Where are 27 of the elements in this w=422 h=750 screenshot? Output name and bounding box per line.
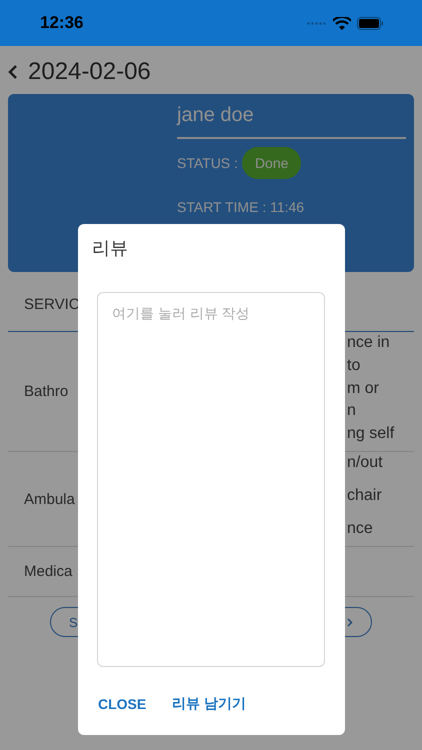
service-detail: chair — [347, 487, 383, 505]
status-badge: Done — [242, 147, 302, 179]
service-detail: to — [347, 356, 362, 375]
tab-label: SERVIC — [24, 296, 80, 313]
service-detail: nce — [347, 520, 374, 538]
close-button[interactable]: CLOSE — [98, 695, 146, 713]
battery-icon — [357, 16, 384, 30]
service-detail: ng self — [347, 425, 396, 443]
service-name: Bathro — [24, 383, 70, 400]
status-label: STATUS : — [177, 155, 238, 171]
service-detail: n/out — [347, 454, 384, 472]
service-name: Medica — [24, 563, 74, 580]
service-name: Ambula — [24, 490, 76, 508]
submit-review-button[interactable]: 리뷰 남기기 — [172, 695, 246, 713]
review-field[interactable]: 여기를 눌러 리뷰 작성 — [97, 292, 325, 667]
signal-icon — [307, 22, 327, 24]
service-detail: n — [347, 402, 357, 420]
status-time: 12:36 — [40, 13, 84, 33]
back-icon[interactable] — [8, 64, 18, 80]
chevron-right-icon — [347, 618, 353, 626]
service-detail: m or — [347, 380, 380, 398]
client-name: jane doe — [177, 104, 406, 139]
start-time: START TIME : 11:46 — [177, 199, 306, 215]
service-detail: nce in — [347, 334, 391, 352]
dialog-title: 리뷰 — [92, 237, 129, 260]
page-title: 2024-02-06 — [28, 58, 151, 86]
wifi-icon — [333, 16, 351, 30]
